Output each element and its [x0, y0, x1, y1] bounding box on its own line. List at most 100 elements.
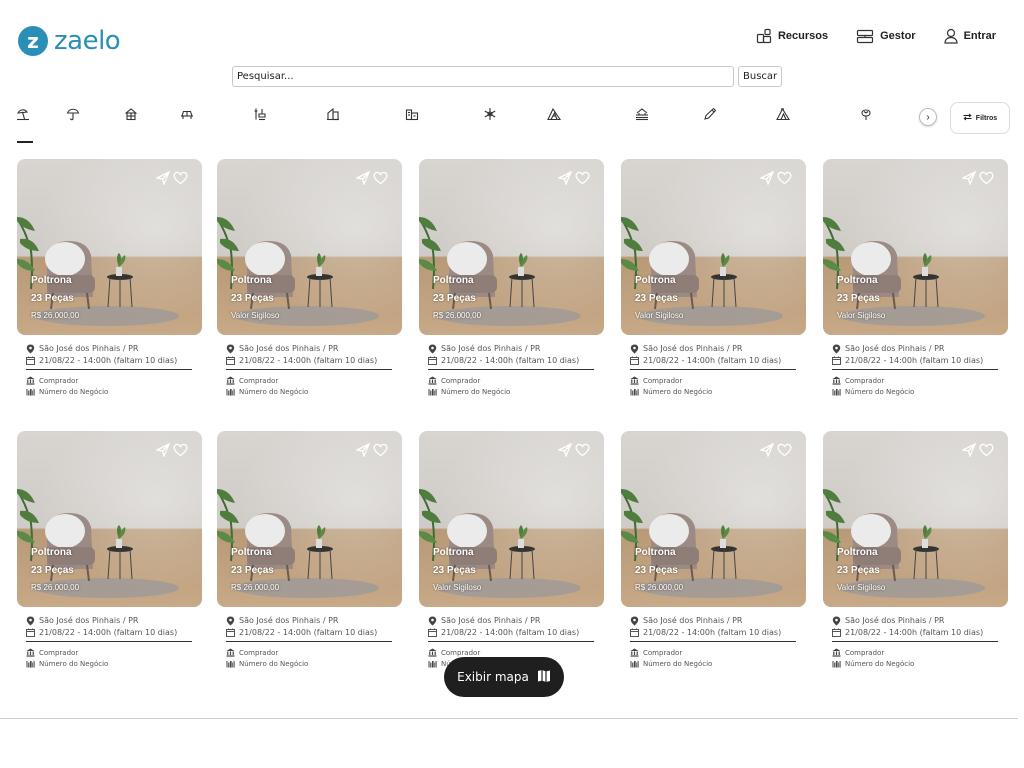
house-icon[interactable]: [121, 104, 141, 124]
listing-card[interactable]: Poltrona 23 Peças Valor Sigiloso São Jos…: [823, 431, 1008, 669]
search-input[interactable]: [232, 66, 734, 87]
listing-location: São José dos Pinhais / PR: [441, 344, 541, 353]
heart-icon[interactable]: [979, 443, 994, 462]
share-icon[interactable]: [758, 442, 775, 462]
listing-location-row: São José dos Pinhais / PR: [832, 343, 1008, 354]
listing-date-row: 21/08/22 - 14:00h (faltam 10 dias): [428, 627, 604, 638]
barcode-icon: [832, 659, 841, 668]
car-icon[interactable]: [177, 104, 197, 124]
show-map-label: Exibir mapa: [457, 670, 529, 684]
listing-card[interactable]: Poltrona 23 Peças R$ 26.000,00 São José …: [217, 431, 402, 669]
show-map-button[interactable]: Exibir mapa: [444, 657, 564, 697]
listing-card[interactable]: Poltrona 23 Peças Valor Sigiloso São Jos…: [823, 159, 1008, 397]
heart-icon[interactable]: [575, 443, 590, 462]
heart-icon[interactable]: [173, 443, 188, 462]
share-icon[interactable]: [354, 170, 371, 190]
search-button[interactable]: Buscar: [738, 66, 783, 87]
factory-icon[interactable]: [402, 104, 422, 124]
listing-buyer-row: Comprador: [428, 375, 604, 386]
farm-icon[interactable]: [632, 104, 652, 124]
barcode-icon: [428, 659, 437, 668]
listing-title: Poltrona: [231, 547, 272, 558]
category-next-button[interactable]: ›: [919, 108, 937, 126]
footer-divider: [0, 718, 1018, 719]
listing-buyer: Comprador: [845, 376, 885, 385]
listing-price: Valor Sigiloso: [837, 583, 886, 592]
listing-info: São José dos Pinhais / PR 21/08/22 - 14:…: [217, 615, 402, 669]
listing-deal-row: Número do Negócio: [26, 386, 202, 397]
listing-image[interactable]: Poltrona 23 Peças R$ 26.000,00: [217, 431, 402, 607]
share-icon[interactable]: [960, 170, 977, 190]
tree-icon[interactable]: [856, 104, 876, 124]
listing-date: 21/08/22 - 14:00h (faltam 10 dias): [239, 628, 378, 637]
mountain-icon[interactable]: [544, 104, 564, 124]
listing-location: São José dos Pinhais / PR: [39, 344, 139, 353]
listing-image[interactable]: Poltrona 23 Peças R$ 26.000,00: [621, 431, 806, 607]
heart-icon[interactable]: [777, 443, 792, 462]
calendar-icon: [630, 356, 639, 365]
listing-deal-number: Número do Negócio: [845, 387, 915, 396]
heart-icon[interactable]: [373, 443, 388, 462]
tent-icon[interactable]: [773, 104, 793, 124]
heart-icon[interactable]: [575, 171, 590, 190]
listing-card[interactable]: Poltrona 23 Peças Valor Sigiloso São Jos…: [621, 159, 806, 397]
filters-button[interactable]: Filtros: [950, 102, 1010, 134]
listing-deal-number: Número do Negócio: [39, 659, 109, 668]
resources-icon: [756, 28, 772, 44]
snowflake-icon[interactable]: [480, 104, 500, 124]
share-icon[interactable]: [758, 170, 775, 190]
listing-card[interactable]: Poltrona 23 Peças Valor Sigiloso São Jos…: [217, 159, 402, 397]
nav-login[interactable]: Entrar: [943, 28, 996, 44]
nav-manager[interactable]: Gestor: [856, 28, 916, 44]
pen-icon[interactable]: [700, 104, 720, 124]
listing-image[interactable]: Poltrona 23 Peças Valor Sigiloso: [823, 431, 1008, 607]
listing-image[interactable]: Poltrona 23 Peças Valor Sigiloso: [823, 159, 1008, 335]
brand-logo[interactable]: z zaelo: [18, 26, 121, 56]
logo-text: zaelo: [54, 26, 121, 56]
tools-icon[interactable]: [250, 104, 270, 124]
heart-icon[interactable]: [777, 171, 792, 190]
heart-icon[interactable]: [979, 171, 994, 190]
listing-pieces: 23 Peças: [31, 565, 74, 576]
listing-card[interactable]: Poltrona 23 Peças R$ 26.000,00 São José …: [17, 431, 202, 669]
listing-card[interactable]: Poltrona 23 Peças Valor Sigiloso São Jos…: [419, 431, 604, 669]
listing-date: 21/08/22 - 14:00h (faltam 10 dias): [845, 356, 984, 365]
listing-image[interactable]: Poltrona 23 Peças R$ 26.000,00: [17, 159, 202, 335]
share-icon[interactable]: [556, 442, 573, 462]
listing-deal-number: Número do Negócio: [643, 387, 713, 396]
listing-price: Valor Sigiloso: [635, 311, 684, 320]
listing-deal-row: Número do Negócio: [226, 658, 402, 669]
listing-deal-row: Número do Negócio: [226, 386, 402, 397]
listing-title: Poltrona: [31, 275, 72, 286]
listing-image[interactable]: Poltrona 23 Peças Valor Sigiloso: [217, 159, 402, 335]
listing-buyer: Comprador: [239, 648, 279, 657]
listing-location-row: São José dos Pinhais / PR: [630, 343, 806, 354]
listing-price: Valor Sigiloso: [837, 311, 886, 320]
listing-date: 21/08/22 - 14:00h (faltam 10 dias): [643, 356, 782, 365]
listing-image[interactable]: Poltrona 23 Peças R$ 26.000,00: [17, 431, 202, 607]
heart-icon[interactable]: [173, 171, 188, 190]
barcode-icon: [630, 659, 639, 668]
calendar-icon: [428, 628, 437, 637]
barcode-icon: [226, 659, 235, 668]
building-icon[interactable]: [323, 104, 343, 124]
nav-resources[interactable]: Recursos: [756, 28, 828, 44]
listing-buyer-row: Comprador: [832, 647, 1008, 658]
listing-image[interactable]: Poltrona 23 Peças Valor Sigiloso: [621, 159, 806, 335]
share-icon[interactable]: [556, 170, 573, 190]
share-icon[interactable]: [154, 170, 171, 190]
listing-card[interactable]: Poltrona 23 Peças R$ 26.000,00 São José …: [419, 159, 604, 397]
listing-image[interactable]: Poltrona 23 Peças R$ 26.000,00: [419, 159, 604, 335]
heart-icon[interactable]: [373, 171, 388, 190]
bank-icon: [226, 376, 235, 385]
share-icon[interactable]: [154, 442, 171, 462]
listing-card[interactable]: Poltrona 23 Peças R$ 26.000,00 São José …: [621, 431, 806, 669]
umbrella-icon[interactable]: [63, 104, 83, 124]
listing-card[interactable]: Poltrona 23 Peças R$ 26.000,00 São José …: [17, 159, 202, 397]
listing-price: R$ 26.000,00: [433, 311, 482, 320]
listing-image[interactable]: Poltrona 23 Peças Valor Sigiloso: [419, 431, 604, 607]
share-icon[interactable]: [960, 442, 977, 462]
info-divider: [630, 369, 796, 370]
beach-icon[interactable]: [13, 104, 33, 124]
share-icon[interactable]: [354, 442, 371, 462]
